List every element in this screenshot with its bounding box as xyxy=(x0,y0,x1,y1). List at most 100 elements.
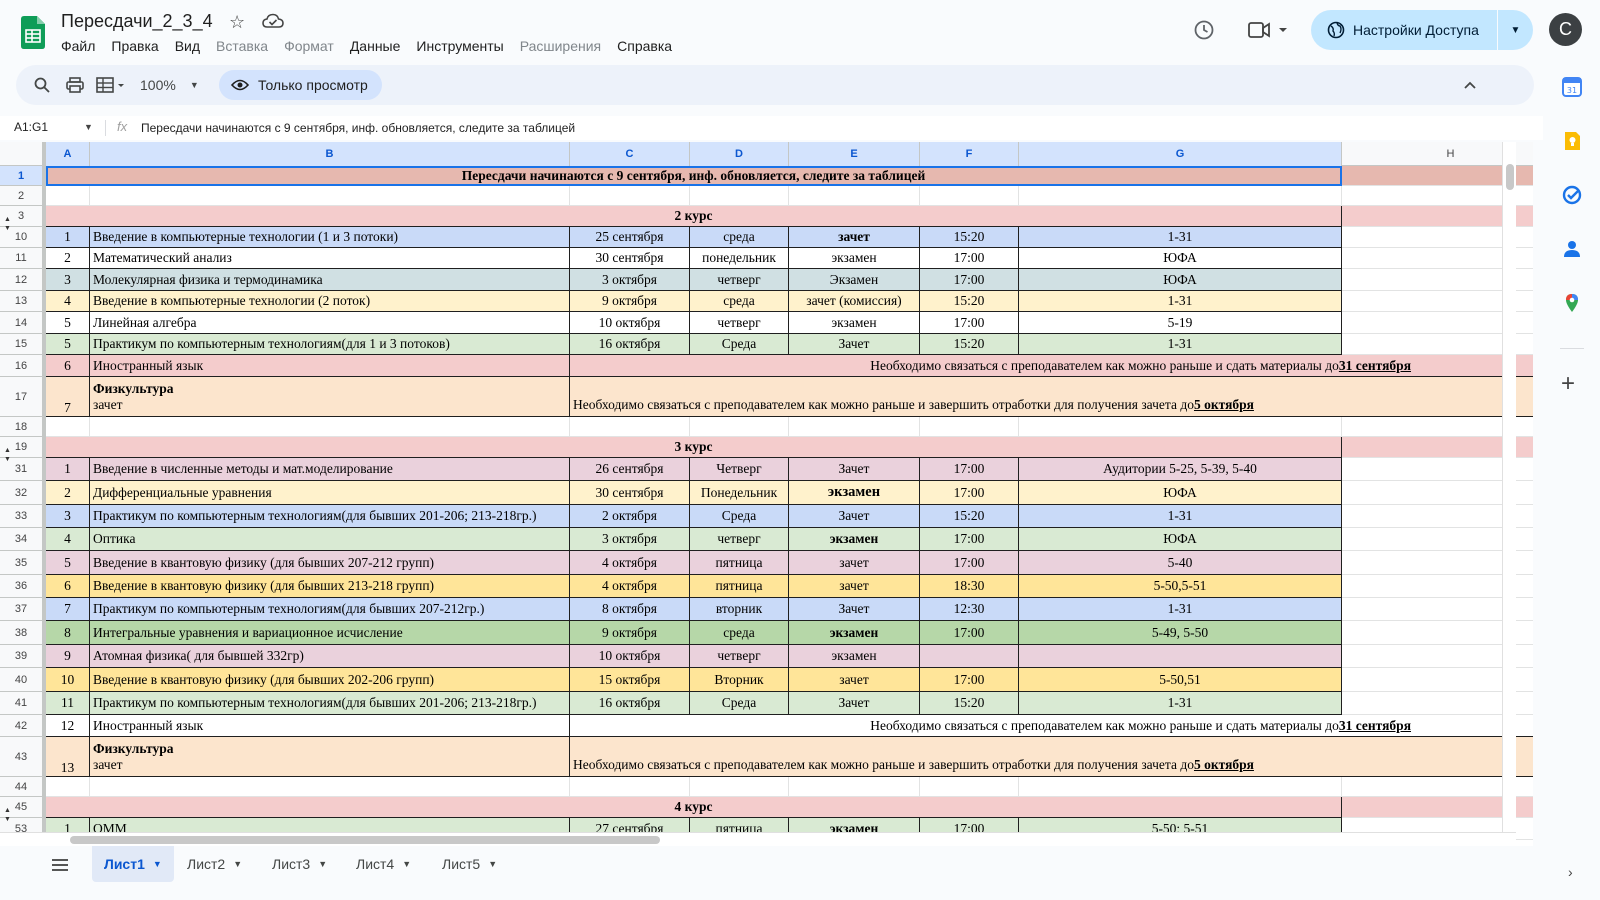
exam-room[interactable]: 5-19 xyxy=(1019,312,1342,334)
exam-time[interactable]: 18:30 xyxy=(920,575,1019,598)
exam-type[interactable]: экзамен xyxy=(789,481,920,505)
exam-date[interactable]: 16 октября xyxy=(570,334,690,355)
exam-type[interactable]: зачет xyxy=(789,551,920,575)
exam-number[interactable]: 6 xyxy=(46,575,90,598)
exam-number[interactable]: 7 xyxy=(46,377,90,417)
empty-cell[interactable] xyxy=(690,417,789,437)
exam-date[interactable]: 9 октября xyxy=(570,291,690,312)
exam-time[interactable]: 15:20 xyxy=(920,227,1019,248)
horizontal-scrollbar[interactable] xyxy=(0,832,1516,846)
cloud-status-icon[interactable] xyxy=(262,13,284,29)
exam-room[interactable]: 5-49, 5-50 xyxy=(1019,621,1342,645)
version-history-icon[interactable] xyxy=(1193,19,1215,41)
subject-name[interactable]: Введение в квантовую физику (для бывших … xyxy=(90,551,570,575)
exam-type[interactable]: зачет xyxy=(789,227,920,248)
subject-name[interactable]: Практикум по компьютерным технологиям(дл… xyxy=(90,692,570,715)
exam-type[interactable]: Зачет xyxy=(789,505,920,528)
exam-room[interactable]: ЮФА xyxy=(1019,528,1342,551)
share-dropdown-icon[interactable]: ▼ xyxy=(1498,25,1533,36)
subject-name[interactable]: Дифференциальные уравнения xyxy=(90,481,570,505)
column-header-c[interactable]: C xyxy=(570,142,690,166)
exam-date[interactable]: 16 октября xyxy=(570,692,690,715)
empty-cell[interactable] xyxy=(90,186,570,206)
sheet-title-cell[interactable]: Пересдачи начинаются с 9 сентября, инф. … xyxy=(46,166,1342,186)
exam-number[interactable]: 11 xyxy=(46,692,90,715)
expand-group-icon[interactable]: ▼ xyxy=(4,816,11,823)
exam-type[interactable]: Зачет xyxy=(789,334,920,355)
expand-group-icon[interactable]: ▼ xyxy=(4,225,11,232)
exam-time[interactable]: 17:00 xyxy=(920,269,1019,291)
exam-weekday[interactable]: вторник xyxy=(690,598,789,621)
sheet-tab-dropdown-icon[interactable]: ▼ xyxy=(233,859,242,869)
exam-date[interactable]: 30 сентября xyxy=(570,481,690,505)
row-header[interactable]: 39 xyxy=(0,645,46,668)
empty-cell[interactable] xyxy=(789,777,920,797)
exam-room[interactable]: 1-31 xyxy=(1019,291,1342,312)
section-header-cell[interactable]: 3 курс xyxy=(46,437,1342,458)
exam-weekday[interactable]: Среда xyxy=(690,692,789,715)
row-header[interactable]: 40 xyxy=(0,668,46,692)
subject-name[interactable]: Молекулярная физика и термодинамика xyxy=(90,269,570,291)
exam-weekday[interactable]: четверг xyxy=(690,528,789,551)
row-header[interactable]: 2 xyxy=(0,186,46,206)
sheet-tab-4[interactable]: Лист4 ▼ xyxy=(344,846,423,882)
account-avatar[interactable]: С xyxy=(1549,13,1582,46)
exam-type[interactable]: зачет (комиссия) xyxy=(789,291,920,312)
row-header[interactable]: 18 xyxy=(0,417,46,437)
exam-weekday[interactable]: среда xyxy=(690,291,789,312)
subject-name[interactable]: Физкультура зачет xyxy=(90,377,570,417)
instruction-note[interactable]: Необходимо связаться с преподавателем ка… xyxy=(570,377,1533,417)
row-header[interactable]: 34 xyxy=(0,528,46,551)
exam-number[interactable]: 1 xyxy=(46,227,90,248)
name-box[interactable]: A1:G1 xyxy=(14,120,48,134)
document-title[interactable]: Пересдачи_2_3_4 xyxy=(61,11,213,32)
exam-type[interactable]: экзамен xyxy=(789,248,920,269)
section-header-cell[interactable]: 2 курс xyxy=(46,206,1342,227)
exam-weekday[interactable]: Четверг xyxy=(690,458,789,481)
column-header-f[interactable]: F xyxy=(920,142,1019,166)
row-header[interactable]: 42 xyxy=(0,715,46,737)
exam-date[interactable]: 30 сентября xyxy=(570,248,690,269)
empty-cell[interactable] xyxy=(920,186,1019,206)
maps-icon[interactable] xyxy=(1562,293,1582,313)
exam-room[interactable]: ЮФА xyxy=(1019,248,1342,269)
subject-name[interactable]: Введение в численные методы и мат.модели… xyxy=(90,458,570,481)
empty-cell[interactable] xyxy=(1019,186,1342,206)
sheet-tab-dropdown-icon[interactable]: ▼ xyxy=(488,859,497,869)
print-icon[interactable] xyxy=(66,65,84,105)
empty-cell[interactable] xyxy=(789,186,920,206)
tasks-icon[interactable] xyxy=(1562,185,1582,205)
subject-name[interactable]: Практикум по компьютерным технологиям(дл… xyxy=(90,598,570,621)
sheet-tab-dropdown-icon[interactable]: ▼ xyxy=(402,859,411,869)
menu-item-7[interactable]: Инструменты xyxy=(416,38,503,54)
column-header-a[interactable]: A xyxy=(46,142,90,166)
exam-room[interactable]: 5-50,5-51 xyxy=(1019,575,1342,598)
exam-time[interactable]: 15:20 xyxy=(920,692,1019,715)
exam-number[interactable]: 7 xyxy=(46,598,90,621)
exam-room[interactable]: 1-31 xyxy=(1019,598,1342,621)
instruction-note[interactable]: Необходимо связаться с преподавателем ка… xyxy=(570,355,1533,377)
exam-weekday[interactable]: четверг xyxy=(690,269,789,291)
exam-number[interactable]: 1 xyxy=(46,458,90,481)
exam-number[interactable]: 6 xyxy=(46,355,90,377)
row-header[interactable]: 35 xyxy=(0,551,46,575)
row-header[interactable]: 43 xyxy=(0,737,46,777)
exam-weekday[interactable]: Среда xyxy=(690,334,789,355)
subject-name[interactable]: Линейная алгебра xyxy=(90,312,570,334)
empty-cell[interactable] xyxy=(570,417,690,437)
exam-weekday[interactable]: Вторник xyxy=(690,668,789,692)
exam-weekday[interactable]: четверг xyxy=(690,645,789,668)
empty-cell[interactable] xyxy=(1019,777,1342,797)
exam-number[interactable]: 5 xyxy=(46,334,90,355)
exam-date[interactable]: 4 октября xyxy=(570,575,690,598)
exam-type[interactable]: Зачет xyxy=(789,598,920,621)
all-sheets-menu-icon[interactable] xyxy=(52,858,68,872)
sheet-tab-5[interactable]: Лист5 ▼ xyxy=(430,846,509,882)
empty-cell[interactable] xyxy=(690,186,789,206)
column-header-g[interactable]: G xyxy=(1019,142,1342,166)
subject-name[interactable]: Введение в квантовую физику (для бывших … xyxy=(90,575,570,598)
row-header[interactable]: 11 xyxy=(0,248,46,269)
exam-number[interactable]: 4 xyxy=(46,291,90,312)
exam-type[interactable]: Зачет xyxy=(789,692,920,715)
row-header[interactable]: 38 xyxy=(0,621,46,645)
